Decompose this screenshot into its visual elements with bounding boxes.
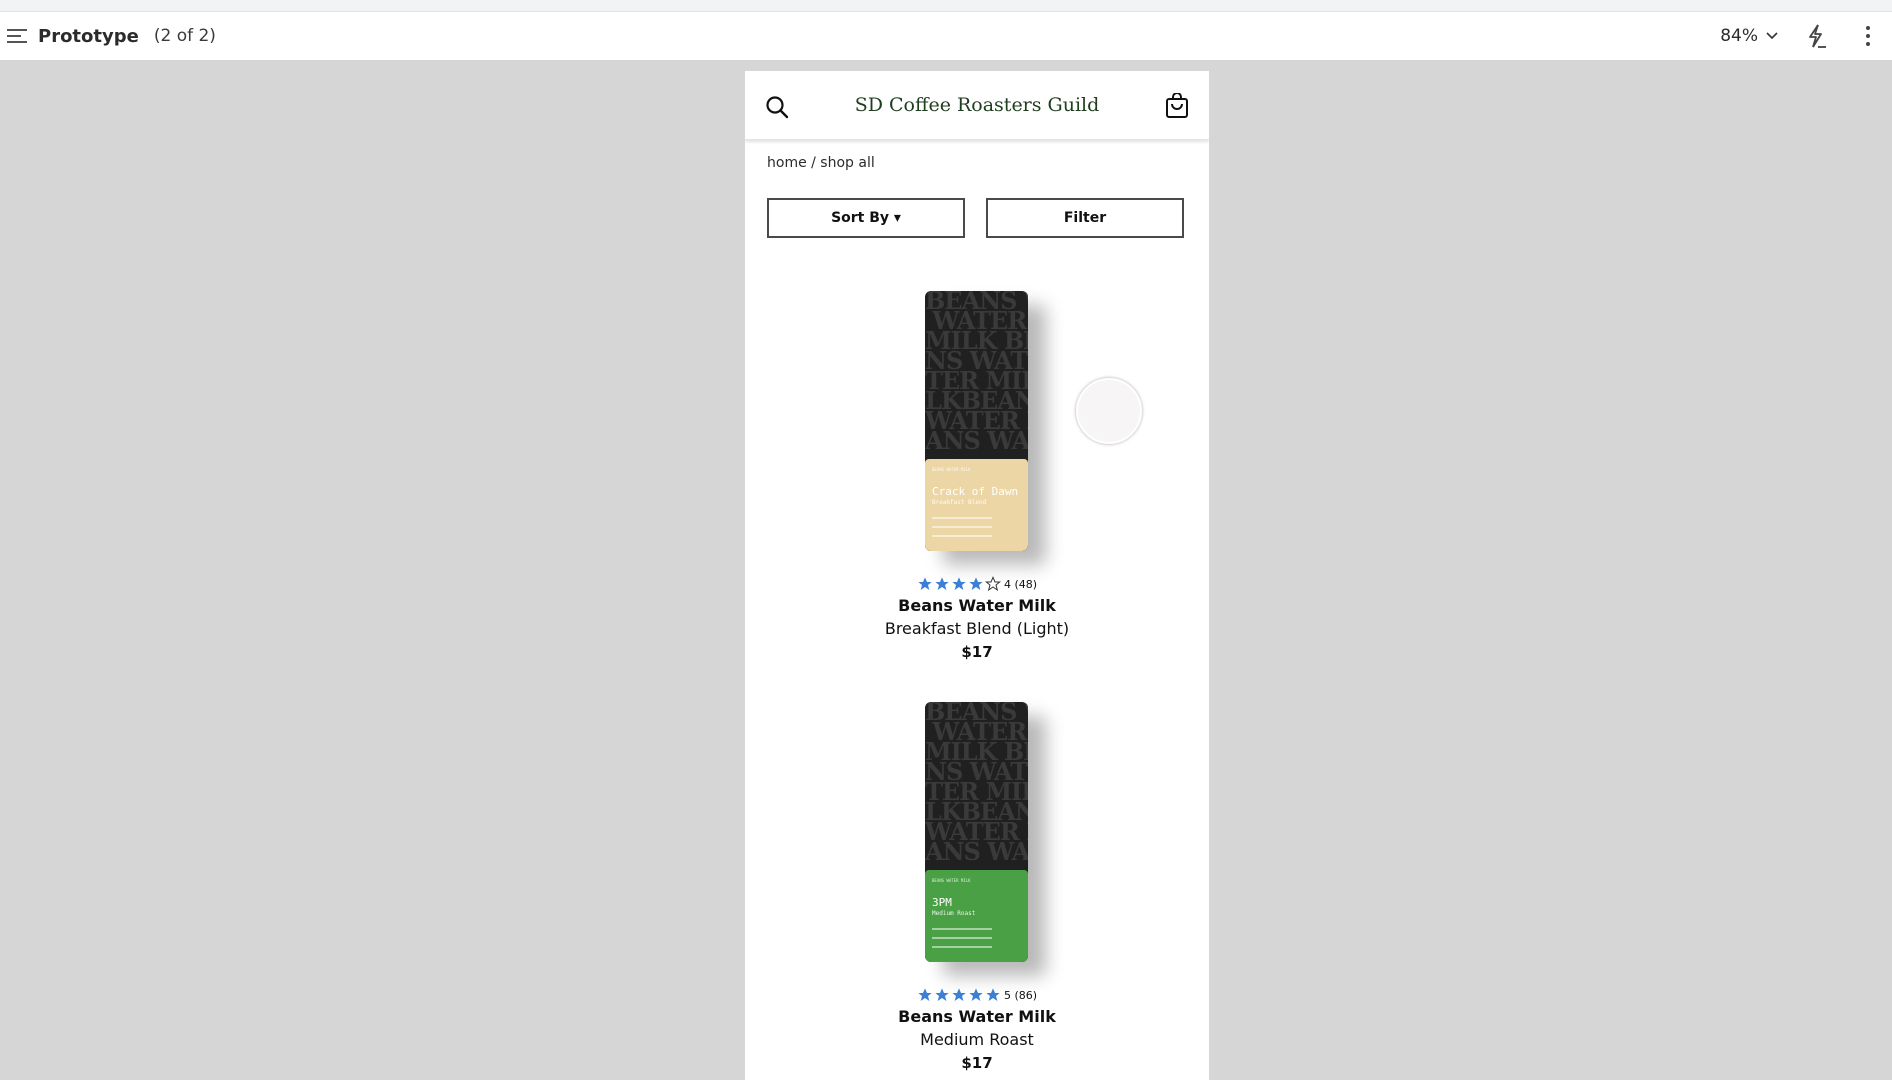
shopping-bag-icon[interactable] [1165, 93, 1189, 119]
chevron-down-icon [1766, 32, 1778, 40]
bag-label-name: Crack of Dawn [932, 485, 1019, 498]
filter-button[interactable]: Filter [986, 198, 1184, 238]
rating-stars [917, 987, 1001, 1003]
prototype-title: Prototype [38, 25, 139, 47]
kebab-icon[interactable] [1866, 26, 1872, 46]
star-filled-icon [935, 988, 949, 1001]
product-image[interactable]: BEANS W WATER MILK BE NS WATE TER MIL LK… [925, 291, 1028, 551]
page-count: (2 of 2) [153, 26, 216, 46]
bag-label-sub: Medium Roast [932, 910, 976, 917]
star-filled-icon [918, 577, 932, 590]
product-rating: 5 (86) [745, 987, 1209, 1003]
rating-text: 5 (86) [1003, 988, 1038, 1002]
bag-label: BEANS WATER MILK Crack of Dawn Breakfast… [925, 459, 1028, 551]
star-filled-icon [935, 577, 949, 590]
star-filled-icon [952, 988, 966, 1001]
prototype-frame: SD Coffee Roasters Guild home / shop all… [745, 71, 1209, 1080]
site-title[interactable]: SD Coffee Roasters Guild [855, 94, 1100, 116]
cursor-indicator [1076, 378, 1142, 444]
bag-label: BEANS WATER MILK 3PM Medium Roast [925, 870, 1028, 962]
browser-top-strip [0, 0, 1892, 12]
bag-pattern: BEANS W WATER MILK BE NS WATE TER MIL LK… [925, 702, 1028, 866]
star-filled-icon [969, 988, 983, 1001]
star-filled-icon [918, 988, 932, 1001]
bag-label-name: 3PM [932, 896, 952, 909]
product-brand[interactable]: Beans Water Milk [745, 596, 1209, 615]
star-empty-icon [984, 576, 1001, 592]
product-name[interactable]: Medium Roast [745, 1030, 1209, 1049]
site-header: SD Coffee Roasters Guild [745, 71, 1209, 140]
rating-stars [917, 576, 1001, 592]
product-brand[interactable]: Beans Water Milk [745, 1007, 1209, 1026]
star-filled-icon [969, 577, 983, 590]
rating-text: 4 (48) [1003, 577, 1038, 591]
product-name[interactable]: Breakfast Blend (Light) [745, 619, 1209, 638]
prototype-toolbar: Prototype (2 of 2) 84% [0, 12, 1892, 61]
star-filled-icon [952, 577, 966, 590]
sort-by-button[interactable]: Sort By ▾ [767, 198, 965, 238]
bag-label-sub: Breakfast Blend [932, 499, 987, 506]
star-filled-icon [986, 988, 1000, 1001]
zoom-value: 84% [1720, 26, 1758, 46]
bag-pattern: BEANS W WATER MILK BE NS WATE TER MIL LK… [925, 291, 1028, 455]
search-icon[interactable] [765, 95, 789, 119]
hamburger-icon[interactable] [7, 26, 27, 46]
lightning-icon[interactable] [1804, 23, 1828, 49]
breadcrumb[interactable]: home / shop all [767, 155, 875, 171]
product-image[interactable]: BEANS W WATER MILK BE NS WATE TER MIL LK… [925, 702, 1028, 962]
product-price: $17 [961, 643, 993, 661]
zoom-select[interactable]: 84% [1720, 26, 1778, 46]
product-rating: 4 (48) [745, 576, 1209, 592]
product-price: $17 [961, 1054, 993, 1072]
